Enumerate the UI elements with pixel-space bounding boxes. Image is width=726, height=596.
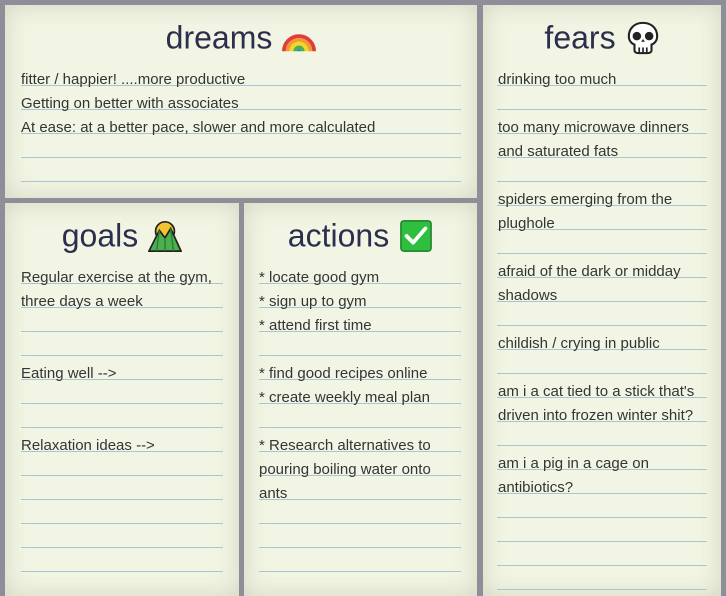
list-item <box>21 530 223 554</box>
list-item: am i a pig in a cage on <box>498 455 649 472</box>
fears-list: drinking too much too many microwave din… <box>498 68 708 596</box>
list-item <box>21 506 223 530</box>
list-item <box>259 554 461 578</box>
list-item: driven into frozen winter shit? <box>498 407 694 424</box>
list-item: * locate good gym <box>259 269 380 286</box>
list-item <box>21 164 461 188</box>
mountain-icon <box>148 220 183 252</box>
list-item: * create weekly meal plan <box>259 389 430 406</box>
list-item: and saturated fats <box>498 143 619 160</box>
fears-panel: fears drinking too much too many microwa… <box>483 5 721 596</box>
list-item: shadows <box>498 287 558 304</box>
list-item <box>21 338 223 362</box>
list-item: antibiotics? <box>498 479 574 496</box>
list-item: three days a week <box>21 293 143 310</box>
goals-title: goals <box>5 211 239 255</box>
list-item: ants <box>259 485 288 502</box>
list-item: * Research alternatives to <box>259 437 431 454</box>
check-mark-icon <box>400 219 433 252</box>
skull-icon <box>627 21 658 54</box>
list-item <box>21 410 223 434</box>
actions-title: actions <box>244 211 477 255</box>
list-item <box>21 386 223 410</box>
actions-list: * locate good gym * sign up to gym * att… <box>259 266 461 578</box>
actions-title-text: actions <box>287 217 390 254</box>
fears-title-text: fears <box>544 19 616 56</box>
goals-title-text: goals <box>61 217 139 254</box>
list-item: Regular exercise at the gym, <box>21 269 212 286</box>
list-item: pouring boiling water onto <box>259 461 431 478</box>
goals-list: Regular exercise at the gym, three days … <box>21 266 223 578</box>
list-item: * sign up to gym <box>259 293 367 310</box>
list-item <box>498 308 708 332</box>
list-item: childish / crying in public <box>498 335 660 352</box>
list-item <box>259 338 461 362</box>
list-item: Relaxation ideas --> <box>21 437 155 454</box>
fears-title: fears <box>483 13 721 57</box>
dreams-list: fitter / happier! ....more productive Ge… <box>21 68 461 188</box>
list-item <box>259 530 461 554</box>
list-item <box>498 236 708 260</box>
list-item <box>21 314 223 338</box>
list-item <box>21 554 223 578</box>
list-item <box>498 500 708 524</box>
list-item: too many microwave dinners <box>498 119 689 136</box>
list-item: * find good recipes online <box>259 365 428 382</box>
list-item: * attend first time <box>259 317 372 334</box>
list-item: spiders emerging from the <box>498 191 673 208</box>
list-item: afraid of the dark or midday <box>498 263 681 280</box>
list-item: At ease: at a better pace, slower and mo… <box>21 119 376 136</box>
list-item <box>21 482 223 506</box>
list-item <box>498 356 708 380</box>
list-item <box>259 506 461 530</box>
goals-panel: goals Regular exercise at the gym, three… <box>5 203 239 596</box>
list-item: plughole <box>498 215 555 232</box>
list-item <box>21 140 461 164</box>
list-item <box>498 92 708 116</box>
rainbow-icon <box>282 33 317 52</box>
actions-panel: actions * locate good gym * sign up to g… <box>244 203 477 596</box>
list-item <box>498 572 708 596</box>
list-item <box>259 410 461 434</box>
list-item: Eating well --> <box>21 365 117 382</box>
dreams-title: dreams <box>5 13 477 57</box>
list-item: fitter / happier! ....more productive <box>21 71 246 88</box>
list-item: drinking too much <box>498 71 617 88</box>
list-item <box>498 428 708 452</box>
list-item: Getting on better with associates <box>21 95 239 112</box>
dreams-title-text: dreams <box>165 19 273 56</box>
list-item <box>21 458 223 482</box>
list-item <box>498 164 708 188</box>
list-item <box>498 548 708 572</box>
dreams-panel: dreams fitter / happier! ....more produc… <box>5 5 477 198</box>
list-item: am i a cat tied to a stick that's <box>498 383 695 400</box>
list-item <box>498 524 708 548</box>
